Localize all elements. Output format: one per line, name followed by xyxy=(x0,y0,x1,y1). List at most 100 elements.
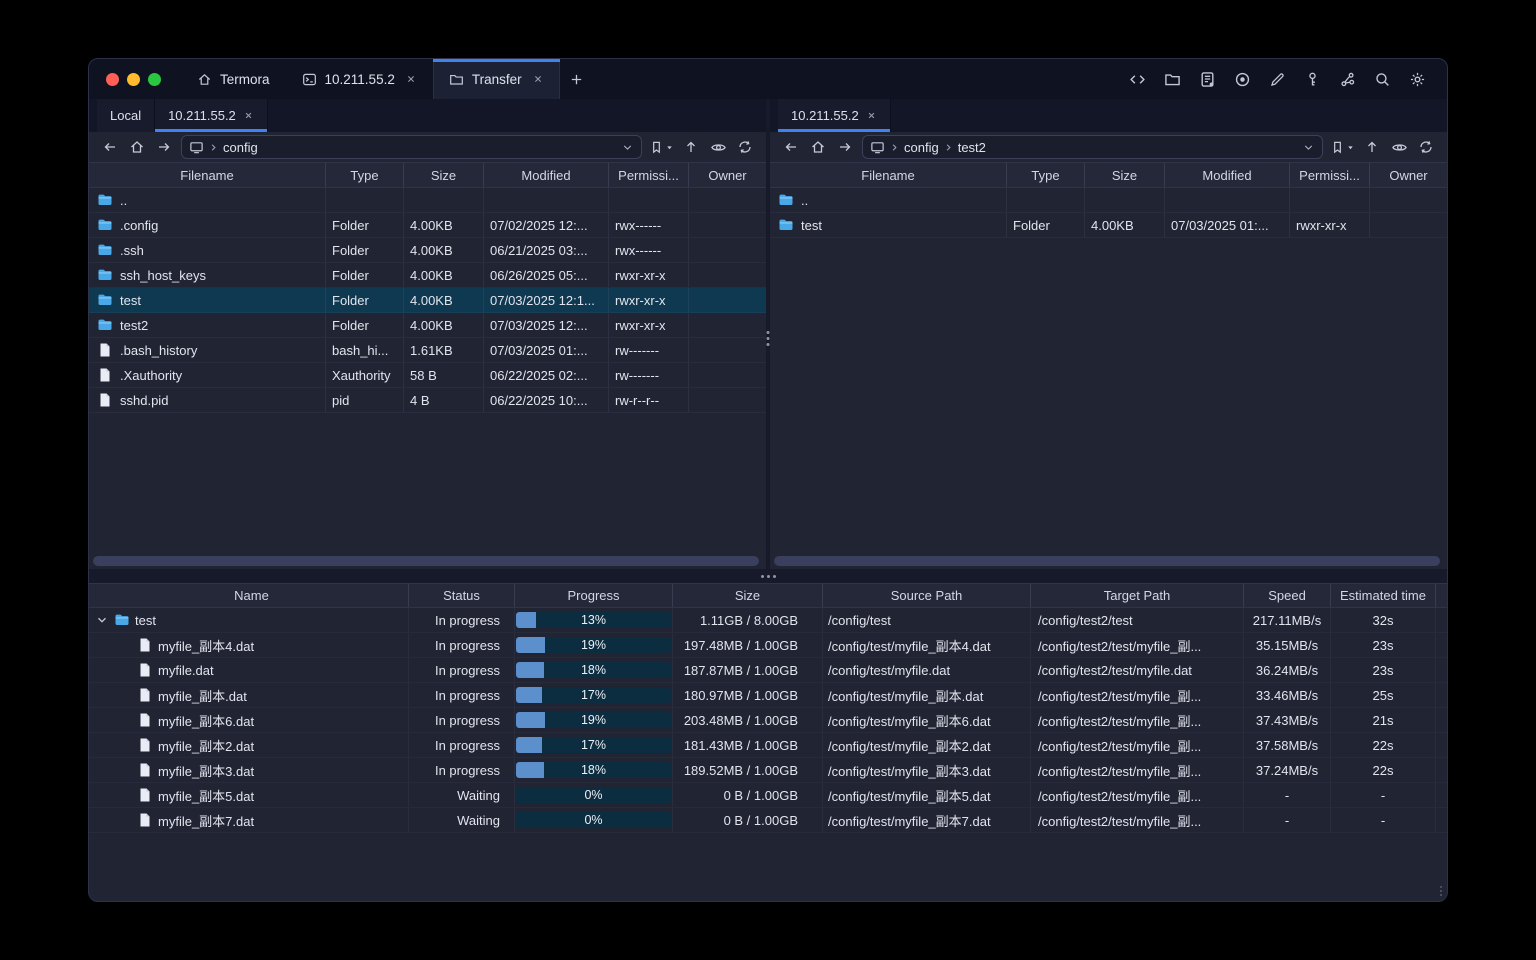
column-header-source-path[interactable]: Source Path xyxy=(823,584,1031,607)
folder-icon xyxy=(114,612,130,628)
chevron-down-icon[interactable] xyxy=(95,613,109,627)
column-header-type[interactable]: Type xyxy=(1007,163,1085,187)
close-tab-icon[interactable] xyxy=(532,73,544,85)
upload-icon[interactable] xyxy=(1362,137,1382,157)
transfer-target-path: /config/test2/test/myfile_副... xyxy=(1031,708,1244,732)
column-header-status[interactable]: Status xyxy=(409,584,515,607)
horizontal-scrollbar[interactable] xyxy=(774,556,1440,566)
splitter-handle-icon xyxy=(760,574,776,578)
log-icon[interactable] xyxy=(1195,67,1219,91)
pane-tab[interactable]: Local xyxy=(97,99,156,132)
file-row[interactable]: .Xauthority Xauthority 58 B 06/22/2025 0… xyxy=(89,363,766,388)
window-tab[interactable]: Transfer xyxy=(432,59,560,99)
transfer-row[interactable]: myfile_副本2.dat In progress 17% 181.43MB … xyxy=(89,733,1447,758)
transfer-row[interactable]: myfile_副本3.dat In progress 18% 189.52MB … xyxy=(89,758,1447,783)
file-row[interactable]: sshd.pid pid 4 B 06/22/2025 10:... rw-r-… xyxy=(89,388,766,413)
breadcrumb-segment[interactable]: test2 xyxy=(943,140,986,155)
bookmark-button[interactable] xyxy=(649,140,674,155)
record-icon[interactable] xyxy=(1230,67,1254,91)
new-window-tab-button[interactable] xyxy=(560,59,594,99)
file-row[interactable]: .. xyxy=(770,188,1447,213)
refresh-icon[interactable] xyxy=(1416,137,1436,157)
file-icon xyxy=(97,367,113,383)
folder-icon[interactable] xyxy=(1160,67,1184,91)
breadcrumb-segment[interactable]: config xyxy=(889,140,939,155)
file-row[interactable]: .config Folder 4.00KB 07/02/2025 12:... … xyxy=(89,213,766,238)
transfer-row[interactable]: myfile_副本.dat In progress 17% 180.97MB /… xyxy=(89,683,1447,708)
port-forward-icon[interactable] xyxy=(1335,67,1359,91)
column-header-owner[interactable]: Owner xyxy=(689,163,766,187)
transfer-row[interactable]: myfile_副本6.dat In progress 19% 203.48MB … xyxy=(89,708,1447,733)
column-header-filename[interactable]: Filename xyxy=(770,163,1007,187)
window-tab[interactable]: Termora xyxy=(181,59,286,99)
file-row[interactable]: test Folder 4.00KB 07/03/2025 12:1... rw… xyxy=(89,288,766,313)
window-tab[interactable]: 10.211.55.2 xyxy=(286,59,433,99)
transfer-row[interactable]: myfile.dat In progress 18% 187.87MB / 1.… xyxy=(89,658,1447,683)
file-row[interactable]: .bash_history bash_hi... 1.61KB 07/03/20… xyxy=(89,338,766,363)
column-header-owner[interactable]: Owner xyxy=(1370,163,1447,187)
breadcrumb-segment[interactable]: config xyxy=(208,140,258,155)
path-field[interactable]: config test2 xyxy=(862,135,1323,159)
refresh-icon[interactable] xyxy=(735,137,755,157)
search-icon[interactable] xyxy=(1370,67,1394,91)
progress-fill xyxy=(516,737,543,753)
transfer-row[interactable]: myfile_副本7.dat Waiting 0% 0 B / 1.00GB /… xyxy=(89,808,1447,833)
path-dropdown-icon[interactable] xyxy=(1302,141,1315,154)
vertical-splitter-handle[interactable] xyxy=(766,331,770,346)
file-row[interactable]: test2 Folder 4.00KB 07/03/2025 12:... rw… xyxy=(89,313,766,338)
horizontal-splitter[interactable] xyxy=(89,569,1447,583)
column-header-size[interactable]: Size xyxy=(673,584,823,607)
column-header-target-path[interactable]: Target Path xyxy=(1031,584,1244,607)
pane-tab[interactable]: 10.211.55.2 xyxy=(778,99,891,132)
edit-icon[interactable] xyxy=(1265,67,1289,91)
transfer-row[interactable]: myfile_副本5.dat Waiting 0% 0 B / 1.00GB /… xyxy=(89,783,1447,808)
close-tab-icon[interactable] xyxy=(405,73,417,85)
file-name: ssh_host_keys xyxy=(120,267,206,283)
code-icon[interactable] xyxy=(1125,67,1149,91)
close-window-button[interactable] xyxy=(106,72,119,86)
resize-grip[interactable] xyxy=(1440,886,1442,896)
column-header-speed[interactable]: Speed xyxy=(1244,584,1331,607)
close-pane-tab-icon[interactable] xyxy=(243,110,254,121)
file-row[interactable]: .ssh Folder 4.00KB 06/21/2025 03:... rwx… xyxy=(89,238,766,263)
back-icon[interactable] xyxy=(100,137,120,157)
column-header-modified[interactable]: Modified xyxy=(484,163,609,187)
file-row[interactable]: .. xyxy=(89,188,766,213)
column-header-filename[interactable]: Filename xyxy=(89,163,326,187)
forward-icon[interactable] xyxy=(835,137,855,157)
breadcrumb-label: config xyxy=(223,139,258,155)
column-header-size[interactable]: Size xyxy=(1085,163,1165,187)
bookmark-button[interactable] xyxy=(1330,140,1355,155)
progress-label: 18% xyxy=(580,763,607,777)
key-icon[interactable] xyxy=(1300,67,1324,91)
column-header-progress[interactable]: Progress xyxy=(515,584,673,607)
column-header-size[interactable]: Size xyxy=(404,163,484,187)
column-header-modified[interactable]: Modified xyxy=(1165,163,1290,187)
transfer-row[interactable]: test In progress 13% 1.11GB / 8.00GB /co… xyxy=(89,608,1447,633)
file-row[interactable]: test Folder 4.00KB 07/03/2025 01:... rwx… xyxy=(770,213,1447,238)
column-header-name[interactable]: Name xyxy=(89,584,409,607)
file-size: 4.00KB xyxy=(1085,213,1165,237)
column-header-type[interactable]: Type xyxy=(326,163,404,187)
settings-icon[interactable] xyxy=(1405,67,1429,91)
column-header-permissions[interactable]: Permissi... xyxy=(609,163,689,187)
minimize-window-button[interactable] xyxy=(127,72,140,86)
zoom-window-button[interactable] xyxy=(148,72,161,86)
column-header-permissions[interactable]: Permissi... xyxy=(1290,163,1370,187)
transfer-row[interactable]: myfile_副本4.dat In progress 19% 197.48MB … xyxy=(89,633,1447,658)
show-hidden-eye-icon[interactable] xyxy=(708,137,728,157)
path-field[interactable]: config xyxy=(181,135,642,159)
close-pane-tab-icon[interactable] xyxy=(866,110,877,121)
file-row[interactable]: ssh_host_keys Folder 4.00KB 06/26/2025 0… xyxy=(89,263,766,288)
back-icon[interactable] xyxy=(781,137,801,157)
forward-icon[interactable] xyxy=(154,137,174,157)
home-icon[interactable] xyxy=(808,137,828,157)
horizontal-scrollbar[interactable] xyxy=(93,556,759,566)
pane-tab[interactable]: 10.211.55.2 xyxy=(155,99,268,132)
column-header-estimated-time[interactable]: Estimated time xyxy=(1331,584,1436,607)
home-icon[interactable] xyxy=(127,137,147,157)
folder-icon xyxy=(778,217,794,233)
path-dropdown-icon[interactable] xyxy=(621,141,634,154)
show-hidden-eye-icon[interactable] xyxy=(1389,137,1409,157)
upload-icon[interactable] xyxy=(681,137,701,157)
